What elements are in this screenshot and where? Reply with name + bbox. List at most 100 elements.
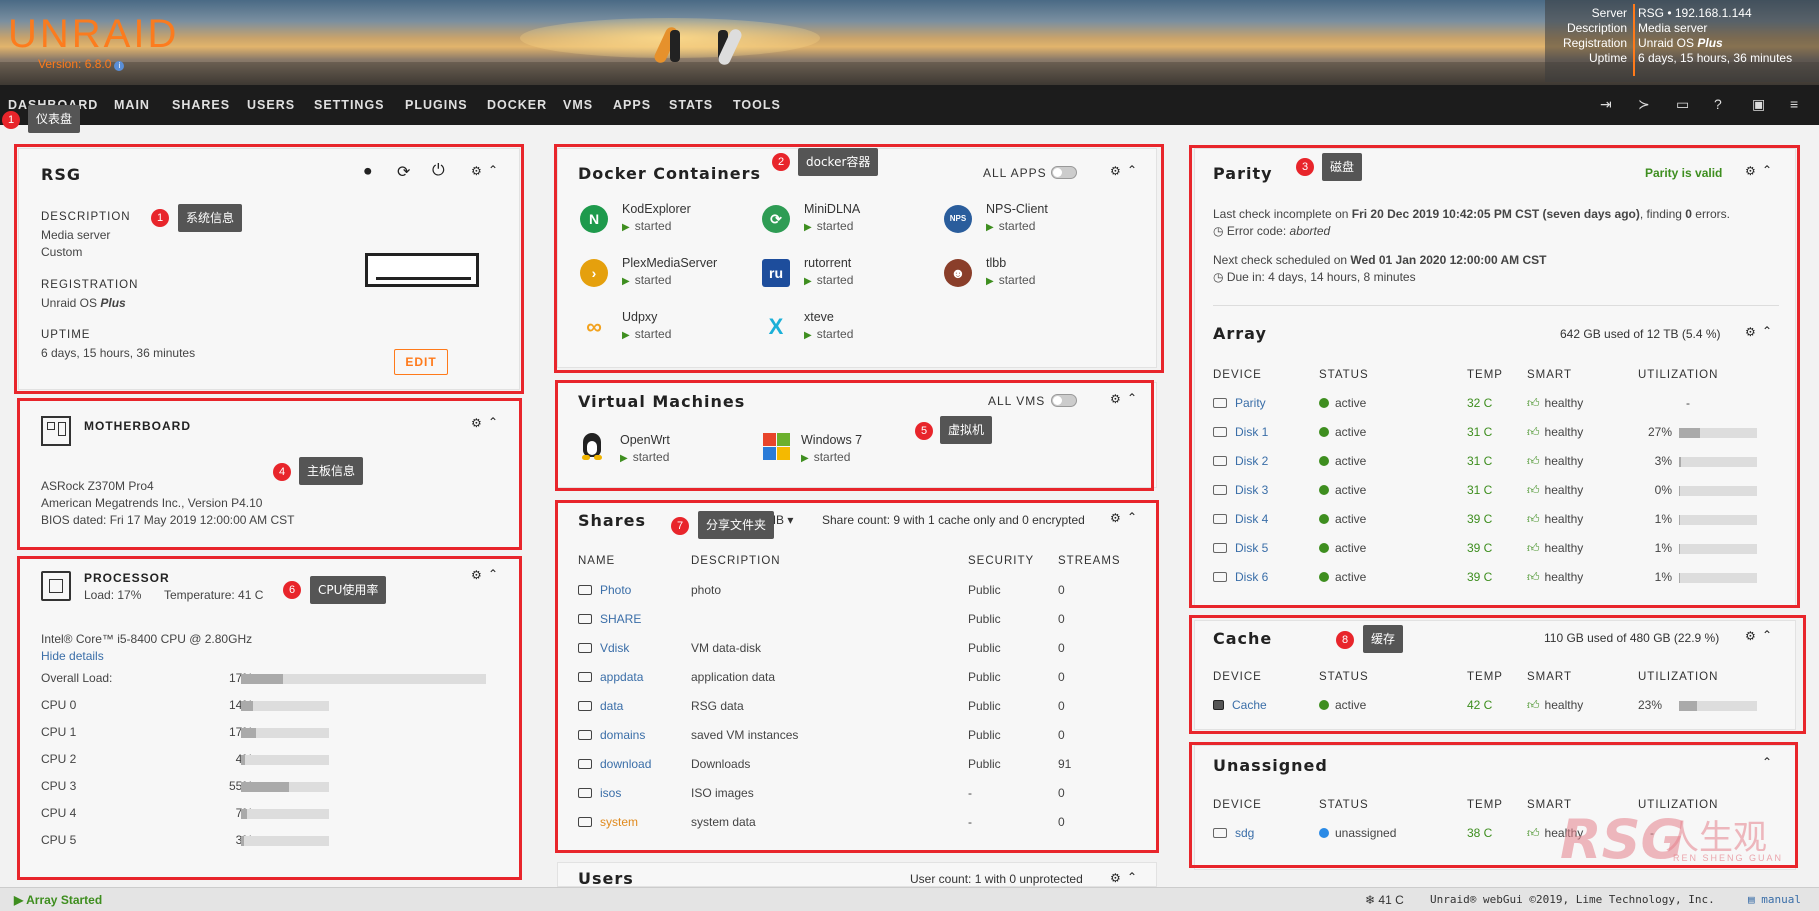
cache-device-link[interactable]: Cache [1232, 698, 1267, 712]
array-smart[interactable]: 👍︎ healthy [1527, 541, 1583, 556]
udpxy-icon[interactable]: ∞ [580, 313, 608, 341]
nps-client-icon[interactable]: NPS [944, 205, 972, 233]
minidlna-icon[interactable]: ⟳ [762, 205, 790, 233]
array-device-link[interactable]: Parity [1235, 396, 1266, 410]
share-link[interactable]: download [600, 757, 651, 771]
rutorrent-icon[interactable]: ru [762, 259, 790, 287]
array-smart[interactable]: 👍︎ healthy [1527, 512, 1583, 527]
version-label[interactable]: Version: 6.8.0 i [38, 57, 125, 71]
nav-settings[interactable]: SETTINGS [314, 98, 385, 112]
docker-app-name[interactable]: KodExplorer [622, 202, 691, 216]
docker-app-name[interactable]: NPS-Client [986, 202, 1048, 216]
docker-app-name[interactable]: tlbb [986, 256, 1006, 270]
plexmediaserver-icon[interactable]: › [580, 259, 608, 287]
share-link[interactable]: isos [600, 786, 621, 800]
chevron-up-icon[interactable]: ⌃ [488, 415, 498, 429]
chevron-up-icon[interactable]: ⌃ [1127, 391, 1137, 405]
gear-icon[interactable]: ⚙ [1745, 164, 1756, 178]
array-device[interactable]: Disk 2 [1213, 454, 1268, 468]
cache-smart[interactable]: 👍︎ healthy [1527, 698, 1583, 713]
share-name[interactable]: SHARE [578, 612, 641, 626]
nav-tools[interactable]: TOOLS [733, 98, 781, 112]
info-icon[interactable]: i [114, 61, 125, 71]
power-icon[interactable]: ⏻ [432, 162, 445, 180]
all-apps-toggle[interactable] [1051, 166, 1077, 179]
gear-icon[interactable]: ⚙ [1110, 511, 1121, 525]
share-link[interactable]: data [600, 699, 623, 713]
reboot-icon[interactable]: ⟳ [397, 162, 410, 182]
gear-icon[interactable]: ⚙ [1110, 871, 1121, 885]
nav-shares[interactable]: SHARES [172, 98, 230, 112]
gear-icon[interactable]: ⚙ [471, 416, 482, 430]
help-icon[interactable]: ? [1714, 96, 1722, 112]
info-icon[interactable]: ▣ [1752, 96, 1765, 113]
share-name[interactable]: appdata [578, 670, 643, 684]
array-smart[interactable]: 👍︎ healthy [1527, 570, 1583, 585]
unassigned-device[interactable]: sdg [1213, 826, 1254, 840]
chevron-up-icon[interactable]: ⌃ [1762, 324, 1772, 338]
array-device-link[interactable]: Disk 1 [1235, 425, 1268, 439]
docker-app-name[interactable]: PlexMediaServer [622, 256, 717, 270]
array-device-link[interactable]: Disk 6 [1235, 570, 1268, 584]
stop-icon[interactable]: ⏺ [364, 163, 372, 180]
nav-vms[interactable]: VMS [563, 98, 593, 112]
chevron-up-icon[interactable]: ⌃ [488, 163, 498, 177]
nav-stats[interactable]: STATS [669, 98, 713, 112]
array-device-link[interactable]: Disk 5 [1235, 541, 1268, 555]
all-vms-toggle[interactable] [1051, 394, 1077, 407]
share-name[interactable]: Vdisk [578, 641, 629, 655]
nav-apps[interactable]: APPS [613, 98, 651, 112]
terminal-icon[interactable]: ≻ [1638, 96, 1650, 113]
share-name[interactable]: domains [578, 728, 645, 742]
chevron-up-icon[interactable]: ⌃ [1127, 870, 1137, 884]
nav-docker[interactable]: DOCKER [487, 98, 547, 112]
array-device[interactable]: Disk 5 [1213, 541, 1268, 555]
chevron-up-icon[interactable]: ⌃ [1762, 163, 1772, 177]
vm-name[interactable]: Windows 7 [801, 433, 862, 447]
docker-app-name[interactable]: xteve [804, 310, 834, 324]
share-name[interactable]: Photo [578, 583, 631, 597]
gear-icon[interactable]: ⚙ [1745, 325, 1756, 339]
feedback-icon[interactable]: ▭ [1676, 96, 1689, 113]
array-smart[interactable]: 👍︎ healthy [1527, 425, 1583, 440]
chevron-up-icon[interactable]: ⌃ [1762, 755, 1772, 769]
chevron-up-icon[interactable]: ⌃ [488, 567, 498, 581]
unraid-logo[interactable]: UNRAID [8, 12, 179, 57]
hide-details-link[interactable]: Hide details [41, 649, 104, 663]
share-name[interactable]: system [578, 815, 638, 829]
gear-icon[interactable]: ⚙ [1110, 392, 1121, 406]
share-name[interactable]: data [578, 699, 623, 713]
share-link[interactable]: Vdisk [600, 641, 629, 655]
array-device-link[interactable]: Disk 2 [1235, 454, 1268, 468]
nav-main[interactable]: MAIN [114, 98, 150, 112]
docker-app-name[interactable]: Udpxy [622, 310, 657, 324]
tlbb-icon[interactable]: ☻ [944, 259, 972, 287]
gear-icon[interactable]: ⚙ [471, 568, 482, 582]
array-device[interactable]: Disk 3 [1213, 483, 1268, 497]
array-device[interactable]: Disk 4 [1213, 512, 1268, 526]
array-smart[interactable]: 👍︎ healthy [1527, 483, 1583, 498]
kodexplorer-icon[interactable]: N [580, 205, 608, 233]
share-link[interactable]: domains [600, 728, 645, 742]
manual-link[interactable]: ▤ manual [1748, 893, 1801, 906]
share-link[interactable]: system [600, 815, 638, 829]
edit-button[interactable]: EDIT [394, 349, 448, 375]
chevron-up-icon[interactable]: ⌃ [1762, 628, 1772, 642]
xteve-icon[interactable]: X [762, 313, 790, 341]
docker-app-name[interactable]: MiniDLNA [804, 202, 860, 216]
gear-icon[interactable]: ⚙ [471, 164, 482, 178]
array-device-link[interactable]: Disk 3 [1235, 483, 1268, 497]
share-link[interactable]: Photo [600, 583, 631, 597]
share-link[interactable]: appdata [600, 670, 643, 684]
nav-plugins[interactable]: PLUGINS [405, 98, 468, 112]
share-name[interactable]: download [578, 757, 651, 771]
nav-users[interactable]: USERS [247, 98, 295, 112]
array-smart[interactable]: 👍︎ healthy [1527, 396, 1583, 411]
array-smart[interactable]: 👍︎ healthy [1527, 454, 1583, 469]
share-name[interactable]: isos [578, 786, 621, 800]
array-device-link[interactable]: Disk 4 [1235, 512, 1268, 526]
gear-icon[interactable]: ⚙ [1745, 629, 1756, 643]
unassigned-device-link[interactable]: sdg [1235, 826, 1254, 840]
vm-name[interactable]: OpenWrt [620, 433, 670, 447]
array-device[interactable]: Disk 6 [1213, 570, 1268, 584]
